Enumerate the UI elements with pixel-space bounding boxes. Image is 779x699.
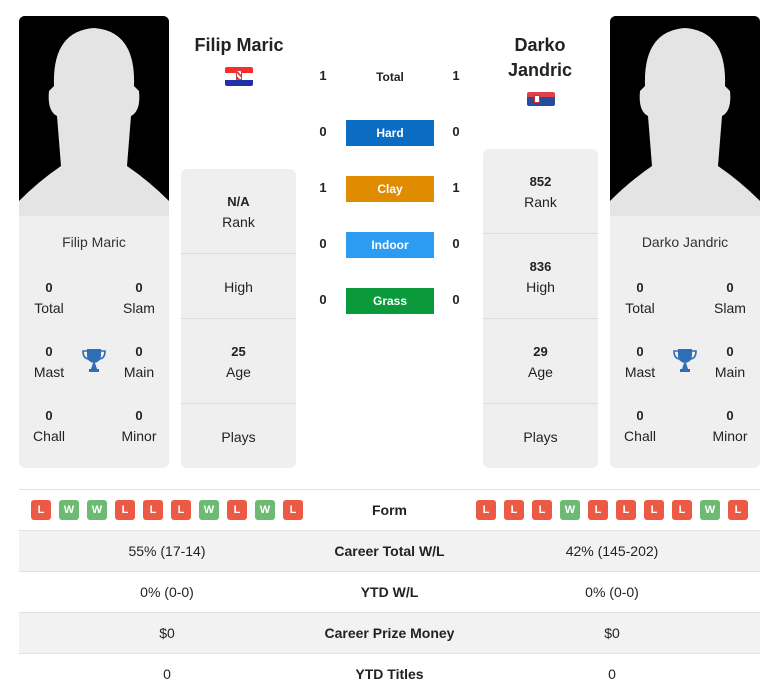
player1-form-badge-win[interactable]: W: [199, 500, 219, 520]
form-row: LWWLLLWLWL Form LLLWLLLLWL: [19, 489, 760, 530]
surface-clay-button[interactable]: Clay: [346, 176, 434, 202]
prize-money-label: Career Prize Money: [324, 625, 455, 641]
player2-form-badge-win[interactable]: W: [700, 500, 720, 520]
serbia-flag-icon: [527, 92, 555, 106]
player1-form-badge-loss[interactable]: L: [115, 500, 135, 520]
h2h-indoor-p2: 0: [452, 236, 460, 251]
player1-mast-titles: 0 Mast: [33, 344, 65, 380]
player2-form-badge-loss[interactable]: L: [672, 500, 692, 520]
player2-form-badge-win[interactable]: W: [560, 500, 580, 520]
player1-ytd-wl: 0% (0-0): [140, 584, 194, 600]
player1-stats-panel: N/A Rank High 25 Age Plays: [181, 169, 296, 468]
player1-form-badge-loss[interactable]: L: [227, 500, 247, 520]
h2h-hard-p2: 0: [452, 124, 460, 139]
player1-minor-titles: 0 Minor: [121, 408, 157, 444]
player2-form: LLLWLLLLWL: [464, 490, 760, 530]
h2h-hard-p1: 0: [319, 124, 327, 139]
player2-form-badge-loss[interactable]: L: [588, 500, 608, 520]
player1-titles-card: Filip Maric 0 Total 0 Slam 0 Mast 0 Main 0 Ch…: [19, 216, 169, 468]
player1-ytd-titles: 0: [163, 666, 171, 682]
player1-age: 25 Age: [226, 344, 251, 380]
ytd-wl-label: YTD W/L: [360, 584, 419, 600]
player2-form-badge-loss[interactable]: L: [616, 500, 636, 520]
h2h-grass-p2: 0: [452, 292, 460, 307]
player1-form: LWWLLLWLWL: [19, 490, 315, 530]
player2-high: 836 High: [526, 259, 555, 295]
table-row: 0% (0-0) YTD W/L 0% (0-0): [19, 571, 760, 612]
avatar-silhouette-icon: [19, 16, 169, 216]
player2-form-badge-loss[interactable]: L: [728, 500, 748, 520]
player1-form-badge-loss[interactable]: L: [171, 500, 191, 520]
player2-last-name: Jandric: [507, 60, 573, 80]
player1-prize-money: $0: [159, 625, 175, 641]
player1-slam-titles: 0 Slam: [123, 280, 155, 316]
player1-form-badge-loss[interactable]: L: [143, 500, 163, 520]
player2-minor-titles: 0 Minor: [712, 408, 748, 444]
player2-ytd-titles: 0: [608, 666, 616, 682]
player1-high: High: [224, 279, 253, 295]
player2-career-wl: 42% (145-202): [565, 543, 659, 559]
player2-chall-titles: 0 Chall: [624, 408, 656, 444]
player2-mast-titles: 0 Mast: [624, 344, 656, 380]
h2h-total-p1: 1: [319, 68, 327, 83]
player1-rank: N/A Rank: [222, 194, 255, 230]
player2-prize-money: $0: [604, 625, 620, 641]
player1-form-badge-loss[interactable]: L: [283, 500, 303, 520]
surface-indoor-button[interactable]: Indoor: [346, 232, 434, 258]
h2h-grass-p1: 0: [319, 292, 327, 307]
player1-form-badge-win[interactable]: W: [87, 500, 107, 520]
trophy-icon: [82, 349, 106, 372]
table-row: 55% (17-14) Career Total W/L 42% (145-20…: [19, 530, 760, 571]
player2-titles-card: Darko Jandric 0 Total 0 Slam 0 Mast 0 Main 0…: [610, 216, 760, 468]
h2h-clay-p1: 1: [319, 180, 327, 195]
career-wl-label: Career Total W/L: [334, 543, 445, 559]
h2h-total-p2: 1: [452, 68, 460, 83]
player2-form-badge-loss[interactable]: L: [644, 500, 664, 520]
h2h-clay-p2: 1: [452, 180, 460, 195]
player2-total-titles: 0 Total: [625, 280, 655, 316]
player1-career-wl: 55% (17-14): [128, 543, 206, 559]
player1-name[interactable]: Filip Maric: [180, 33, 298, 58]
avatar-silhouette-icon: [610, 16, 760, 216]
player1-form-badge-loss[interactable]: L: [31, 500, 51, 520]
player1-chall-titles: 0 Chall: [33, 408, 65, 444]
player1-form-badge-win[interactable]: W: [59, 500, 79, 520]
player1-photo: [19, 16, 169, 216]
h2h-total-label: Total: [376, 70, 404, 84]
player2-slam-titles: 0 Slam: [714, 280, 746, 316]
form-label: Form: [372, 502, 407, 518]
player2-rank: 852 Rank: [524, 174, 557, 210]
table-row: $0 Career Prize Money $0: [19, 612, 760, 653]
player2-card-name: Darko Jandric: [641, 234, 729, 250]
player2-ytd-wl: 0% (0-0): [585, 584, 639, 600]
player2-name[interactable]: Darko Jandric: [482, 33, 598, 83]
player2-first-name: Darko: [514, 35, 566, 55]
player1-total-titles: 0 Total: [34, 280, 64, 316]
player2-plays: Plays: [523, 429, 558, 445]
surface-hard-button[interactable]: Hard: [346, 120, 434, 146]
player2-form-badge-loss[interactable]: L: [476, 500, 496, 520]
player1-plays: Plays: [221, 429, 256, 445]
surface-grass-button[interactable]: Grass: [346, 288, 434, 314]
player2-stats-panel: 852 Rank 836 High 29 Age Plays: [483, 149, 598, 468]
croatia-flag-icon: [225, 67, 253, 86]
trophy-icon: [673, 349, 697, 372]
table-row: 0 YTD Titles 0: [19, 653, 760, 694]
ytd-titles-label: YTD Titles: [355, 666, 424, 682]
player1-main-titles: 0 Main: [123, 344, 155, 380]
player1-form-badge-win[interactable]: W: [255, 500, 275, 520]
player2-photo: [610, 16, 760, 216]
player2-form-badge-loss[interactable]: L: [504, 500, 524, 520]
h2h-indoor-p1: 0: [319, 236, 327, 251]
player2-age: 29 Age: [528, 344, 553, 380]
player2-main-titles: 0 Main: [714, 344, 746, 380]
player1-card-name: Filip Maric: [62, 234, 126, 250]
player2-form-badge-loss[interactable]: L: [532, 500, 552, 520]
